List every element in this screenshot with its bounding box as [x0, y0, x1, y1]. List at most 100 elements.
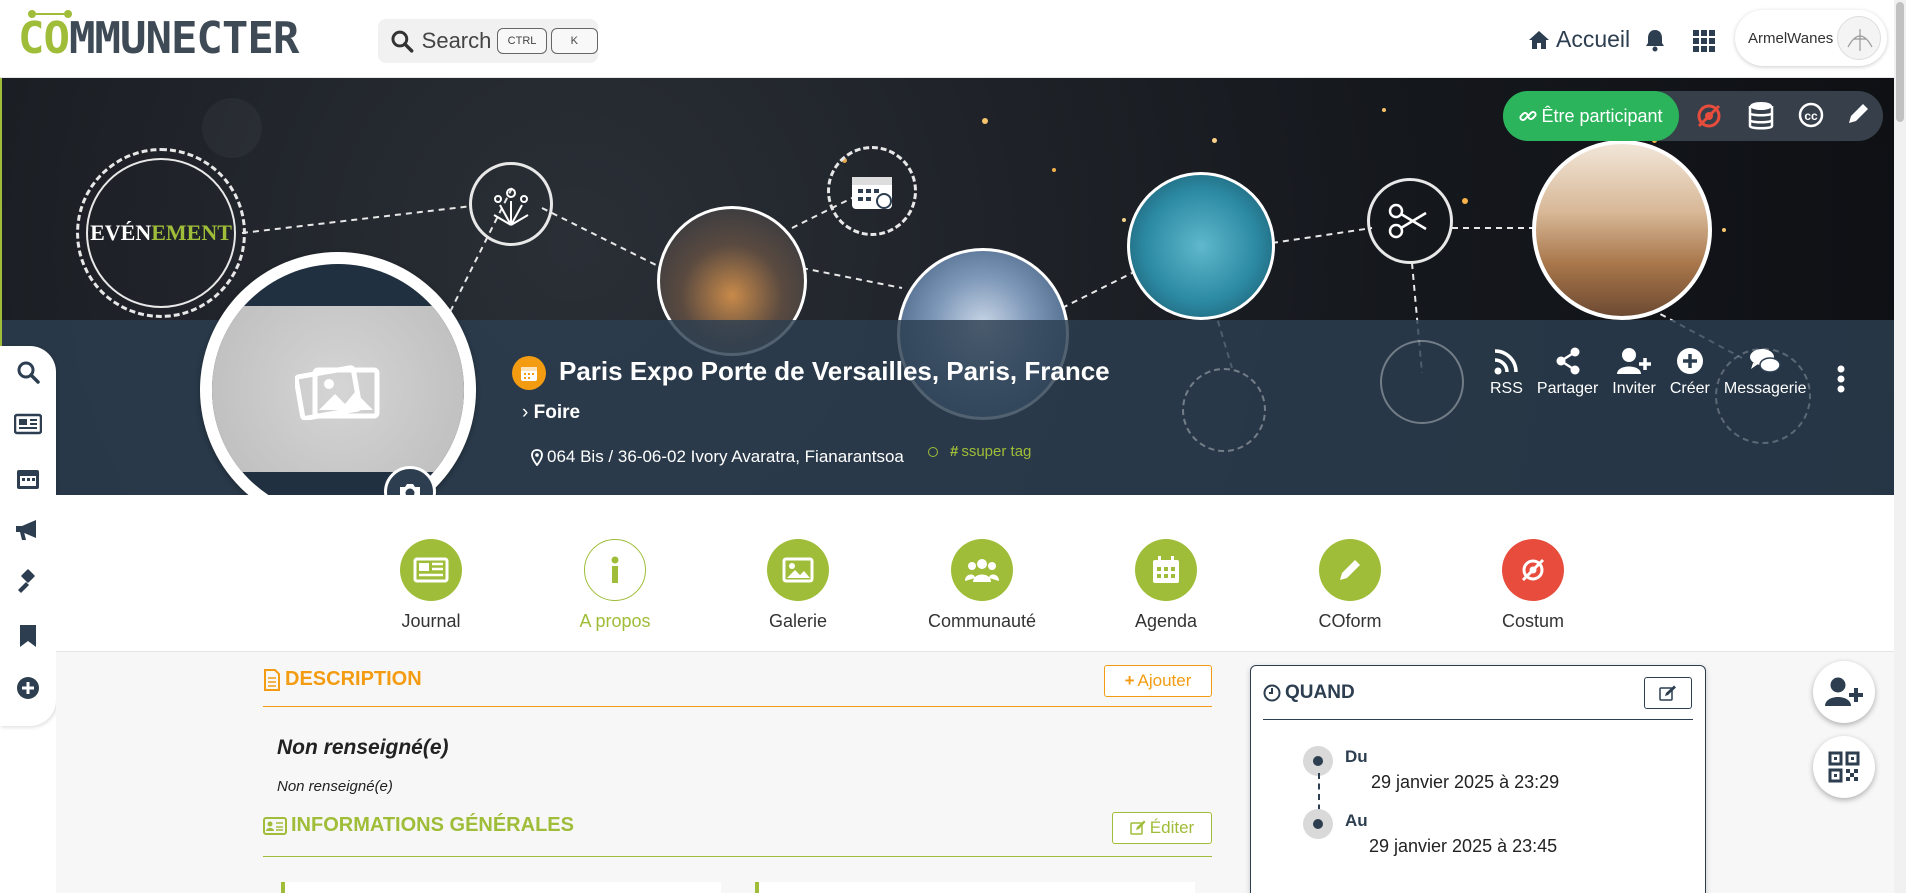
communecter-logo[interactable]: COMMUNECTER	[18, 10, 299, 66]
logo-co-text: CO	[18, 13, 70, 64]
edit-general-button[interactable]: Éditer	[1112, 812, 1212, 844]
edit-pencil-icon[interactable]	[1846, 101, 1870, 127]
image-icon	[782, 557, 814, 583]
users-icon	[965, 559, 999, 582]
tab-galerie[interactable]: Galerie	[728, 539, 868, 632]
general-info-card-right	[755, 882, 1195, 893]
share-button[interactable]: Partager	[1537, 346, 1598, 398]
search-label: Search	[421, 28, 492, 53]
tab-communaute[interactable]: Communauté	[912, 539, 1052, 632]
rss-button[interactable]: RSS	[1490, 346, 1523, 398]
share-label: Partager	[1536, 380, 1599, 397]
tab-journal-label: Journal	[401, 611, 461, 631]
create-button[interactable]: Créer	[1670, 346, 1710, 398]
search-box[interactable]: Search CTRL K	[378, 19, 598, 63]
info-icon	[611, 556, 619, 583]
chat-icon	[1750, 349, 1781, 373]
home-link[interactable]: Accueil	[1528, 26, 1630, 53]
event-type[interactable]: › Foire	[522, 402, 580, 424]
sidebar-news[interactable]	[14, 410, 42, 438]
invite-button[interactable]: Inviter	[1612, 346, 1656, 398]
when-title: QUAND	[1263, 682, 1355, 704]
sidebar-search[interactable]	[14, 358, 42, 386]
edit-general-label: Éditer	[1149, 818, 1195, 837]
apps-grid-icon[interactable]	[1693, 30, 1715, 52]
link-icon	[1519, 110, 1538, 122]
balloons-photo	[1127, 172, 1275, 320]
calendar-icon	[1153, 556, 1179, 583]
sidebar-add[interactable]	[14, 674, 42, 702]
calendar-icon	[17, 470, 39, 489]
add-member-fab[interactable]	[1813, 661, 1875, 723]
tab-journal[interactable]: Journal	[361, 539, 501, 632]
description-divider	[263, 706, 1212, 707]
timeline-end-dot	[1303, 809, 1333, 839]
logo-dots-icon	[28, 10, 72, 18]
description-short: Non renseigné(e)	[277, 736, 449, 759]
general-divider	[263, 856, 1212, 857]
tab-galerie-label: Galerie	[768, 611, 828, 631]
edit-icon	[1130, 820, 1146, 835]
more-options-icon[interactable]	[1836, 364, 1846, 394]
user-plus-icon	[1825, 677, 1863, 706]
sidebar-announcements[interactable]	[14, 516, 42, 544]
timeline-start-dot	[1303, 746, 1333, 776]
avatar	[1837, 16, 1881, 60]
scissors-circle	[1367, 178, 1453, 264]
creative-commons-icon[interactable]: cc	[1797, 101, 1825, 129]
messaging-button[interactable]: Messagerie	[1724, 346, 1807, 398]
sidebar-projects[interactable]	[14, 568, 42, 596]
home-icon	[1529, 30, 1549, 49]
general-info-card-left	[281, 882, 721, 893]
tab-coform[interactable]: COform	[1280, 539, 1420, 632]
user-menu[interactable]: ArmelWanes	[1735, 10, 1887, 66]
add-description-button[interactable]: + Ajouter	[1104, 665, 1212, 697]
evenement-circle: EVÉNEMENT	[76, 148, 246, 318]
hashtag-icon: #	[950, 443, 959, 460]
tab-costum[interactable]: Costum	[1463, 539, 1603, 632]
search-icon	[391, 30, 414, 53]
tag-dot-icon	[928, 446, 938, 457]
event-title: Paris Expo Porte de Versailles, Paris, F…	[559, 356, 1110, 386]
top-navbar: COMMUNECTER Search CTRL K Accueil ArmelW…	[0, 0, 1906, 78]
edit-when-button[interactable]	[1644, 677, 1692, 709]
rss-label: RSS	[1490, 380, 1523, 397]
costum-badge-icon[interactable]	[1694, 101, 1724, 131]
event-type-label: Foire	[533, 402, 581, 423]
ribbon-cut-icon	[1388, 203, 1427, 239]
database-icon[interactable]	[1748, 101, 1774, 131]
plus-circle-icon	[1676, 348, 1703, 374]
bell-icon[interactable]	[1644, 28, 1666, 52]
qr-code-fab[interactable]	[1813, 736, 1875, 798]
home-label: Accueil	[1556, 26, 1631, 52]
tab-agenda-label: Agenda	[1134, 611, 1198, 631]
tab-agenda[interactable]: Agenda	[1096, 539, 1236, 632]
participate-button[interactable]: Être participant	[1503, 91, 1679, 141]
invite-label: Inviter	[1612, 380, 1656, 397]
rss-icon	[1494, 349, 1519, 375]
calendar-icon	[521, 367, 537, 381]
evenement-text: EVÉNEMENT	[90, 220, 232, 245]
quick-actions: RSS Partager Inviter Créer Messagerie	[1490, 346, 1821, 398]
tab-a-propos[interactable]: A propos	[545, 539, 685, 632]
calendar-circle	[827, 146, 917, 236]
tab-costum-label: Costum	[1501, 611, 1564, 631]
file-text-icon	[264, 668, 280, 691]
add-description-label: Ajouter	[1137, 671, 1192, 690]
address-text: 064 Bis / 36-06-02 Ivory Avaratra, Fiana…	[547, 447, 904, 466]
when-divider	[1263, 719, 1693, 720]
scrollbar[interactable]	[1894, 0, 1906, 893]
sidebar-bookmarks[interactable]	[14, 622, 42, 650]
event-tag[interactable]: # ssuper tag	[928, 443, 1031, 460]
event-address: 064 Bis / 36-06-02 Ivory Avaratra, Fiana…	[531, 447, 904, 467]
participate-label: Être participant	[1541, 105, 1663, 126]
sidebar-agenda[interactable]	[14, 464, 42, 492]
search-icon	[17, 361, 40, 384]
scrollbar-thumb[interactable]	[1896, 2, 1904, 122]
share-icon	[1556, 347, 1580, 375]
tab-communaute-label: Communauté	[927, 611, 1037, 631]
left-sidebar	[0, 346, 56, 726]
to-label: Au	[1345, 811, 1368, 830]
garland-circle	[1380, 340, 1464, 424]
description-title: DESCRIPTION	[263, 668, 422, 691]
